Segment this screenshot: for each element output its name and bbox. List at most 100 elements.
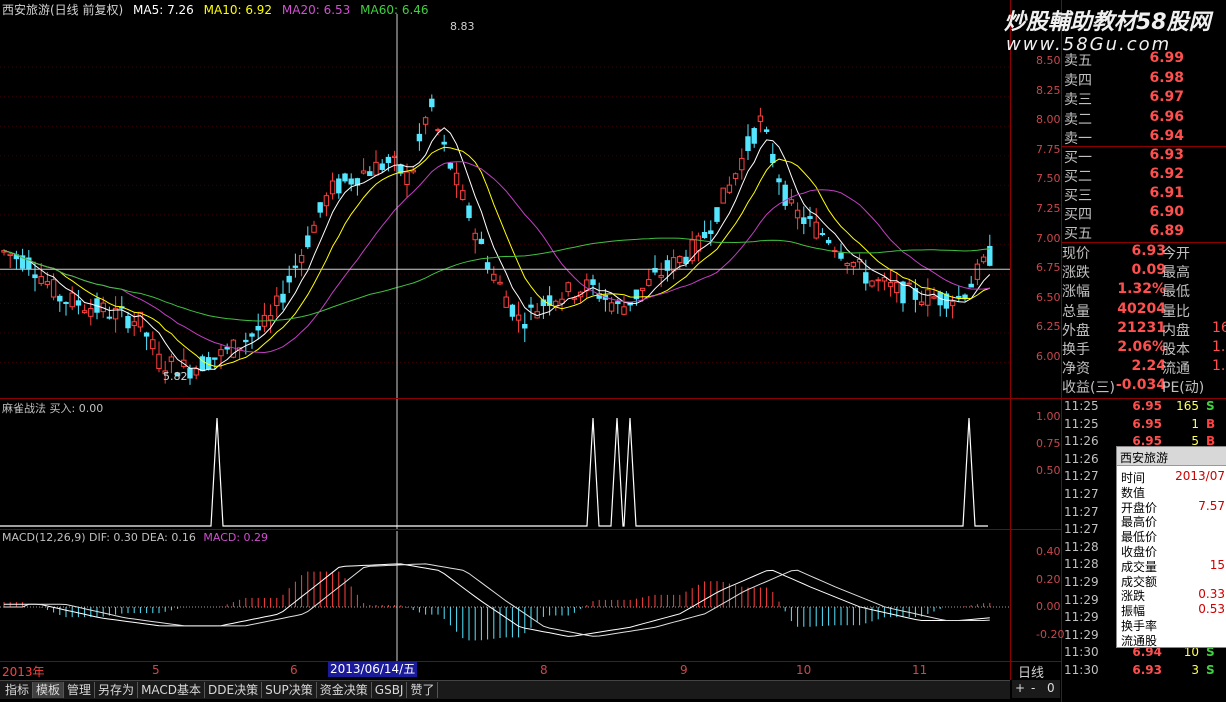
- candle-body: [292, 265, 299, 268]
- order-sell-label: 卖一: [1064, 131, 1092, 147]
- candle-body: [658, 274, 664, 278]
- candle-body: [565, 282, 571, 293]
- candle-body: [522, 323, 528, 329]
- tick-row: 11:25 6.95 165 S: [1062, 399, 1226, 417]
- low-price-label: 5.82: [163, 370, 188, 383]
- tick-time: 11:30: [1064, 663, 1099, 677]
- date-cursor-label: 2013/06/14/五: [328, 662, 418, 677]
- order-buy-price: 6.91: [1149, 185, 1184, 201]
- order-buy-label: 买四: [1064, 207, 1092, 223]
- candle-body: [956, 295, 962, 298]
- popup-row: 成交量 15: [1117, 558, 1226, 574]
- candle-body: [150, 339, 156, 350]
- tab-6[interactable]: SUP决策: [262, 682, 317, 698]
- order-sell-label: 卖四: [1064, 72, 1092, 89]
- candle-body: [714, 207, 720, 222]
- date-tick: 2013年: [2, 665, 45, 679]
- tick-side: B: [1206, 416, 1216, 431]
- order-buy-label: 买一: [1064, 150, 1092, 166]
- order-sell-price: 6.94: [1149, 128, 1184, 144]
- quote-value: -0.034: [1115, 377, 1166, 394]
- candle-body: [931, 296, 937, 299]
- candlestick-chart[interactable]: [0, 14, 1010, 400]
- order-buy-price: 6.89: [1149, 223, 1184, 239]
- candle-body: [726, 184, 733, 193]
- quote-label-2: 最高: [1162, 265, 1190, 282]
- zoom-reset-button[interactable]: 0: [1047, 681, 1055, 695]
- candle-body: [794, 209, 801, 219]
- quote-row: 换手 2.06%股本 1.9: [1062, 339, 1226, 358]
- candle-body: [212, 357, 218, 360]
- candle-body: [751, 128, 757, 144]
- tick-side: S: [1206, 663, 1215, 677]
- popup-row: 开盘价 7.57: [1117, 499, 1226, 515]
- tick-time: 11:27: [1064, 522, 1099, 537]
- candle-body: [701, 232, 708, 239]
- tab-1[interactable]: 模板: [33, 682, 65, 698]
- candle-body: [243, 339, 249, 343]
- quote-value: 2.24: [1131, 358, 1166, 375]
- tab-2[interactable]: 管理: [64, 682, 96, 698]
- tick-price: 6.95: [1132, 399, 1162, 413]
- candle-body: [825, 239, 832, 244]
- tick-time: 11:29: [1064, 627, 1099, 642]
- tick-row: 11:30 6.93 3 S: [1062, 663, 1226, 681]
- candle-body: [224, 346, 230, 350]
- candle-body: [763, 129, 770, 132]
- tab-5[interactable]: DDE决策: [205, 682, 263, 698]
- zoom-in-button[interactable]: +: [1015, 681, 1025, 695]
- tick-time: 11:25: [1064, 416, 1099, 431]
- tick-price: 6.95: [1132, 416, 1162, 431]
- quote-value: 0.09: [1131, 262, 1166, 279]
- tick-volume: 1: [1191, 416, 1199, 431]
- order-sell-row: 卖四 6.98: [1062, 70, 1226, 89]
- tab-8[interactable]: GSBJ: [372, 682, 408, 698]
- popup-row: 成交额: [1117, 573, 1226, 589]
- ma60-line: [3, 237, 990, 322]
- quote-label: 外盘: [1062, 322, 1090, 339]
- popup-value: 2013/07: [1175, 469, 1225, 483]
- candle-body: [311, 224, 317, 233]
- quote-value-2: 16: [1212, 319, 1226, 336]
- tab-4[interactable]: MACD基本: [138, 682, 206, 698]
- tick-row: 11:25 6.95 1 B: [1062, 417, 1226, 435]
- tick-time: 11:28: [1064, 539, 1099, 554]
- data-popup[interactable]: 西安旅游 时间 2013/07 数值 开盘价 7.57 最高价 最低价 收盘价 成交量 15 成交额…: [1116, 446, 1226, 648]
- order-buy-row: 买二 6.92: [1062, 166, 1226, 185]
- indicator-chart[interactable]: [0, 400, 1010, 530]
- tab-9[interactable]: 赞了: [407, 682, 439, 698]
- candle-body: [44, 281, 51, 285]
- candle-body: [460, 190, 466, 200]
- tab-7[interactable]: 资金决策: [317, 682, 372, 698]
- candle-body: [708, 230, 714, 234]
- popup-value: 0.33: [1198, 587, 1225, 602]
- candle-body: [639, 287, 646, 292]
- tick-volume: 165: [1176, 399, 1199, 413]
- candle-body: [863, 272, 869, 284]
- tick-time: 11:29: [1064, 575, 1099, 589]
- date-tick: 11: [912, 663, 928, 677]
- macd-dif-line: [4, 563, 990, 637]
- macd-chart[interactable]: [0, 531, 1010, 661]
- quote-row: 现价 6.93 今开: [1062, 243, 1226, 262]
- tick-time: 11:27: [1064, 469, 1099, 484]
- quote-row: 涨幅 1.32% 最低: [1062, 281, 1226, 300]
- popup-row: 时间 2013/07: [1117, 469, 1226, 485]
- tick-time: 11:25: [1064, 399, 1099, 413]
- order-buy-price: 6.90: [1149, 204, 1184, 220]
- quote-value: 6.93: [1131, 243, 1166, 259]
- period-label: 日线: [1018, 666, 1045, 681]
- order-buy-price: 6.92: [1149, 166, 1184, 182]
- candle-body: [819, 233, 826, 236]
- candle-body: [677, 256, 683, 264]
- zoom-out-button[interactable]: -: [1031, 681, 1035, 695]
- candle-body: [732, 173, 739, 179]
- candle-body: [925, 289, 931, 306]
- order-sell-label: 卖三: [1064, 92, 1092, 108]
- candle-body: [125, 315, 131, 329]
- tab-3[interactable]: 另存为: [95, 682, 139, 698]
- candle-body: [317, 202, 323, 213]
- tab-0[interactable]: 指标: [2, 682, 34, 698]
- candle-body: [267, 315, 274, 321]
- candle-body: [75, 300, 82, 306]
